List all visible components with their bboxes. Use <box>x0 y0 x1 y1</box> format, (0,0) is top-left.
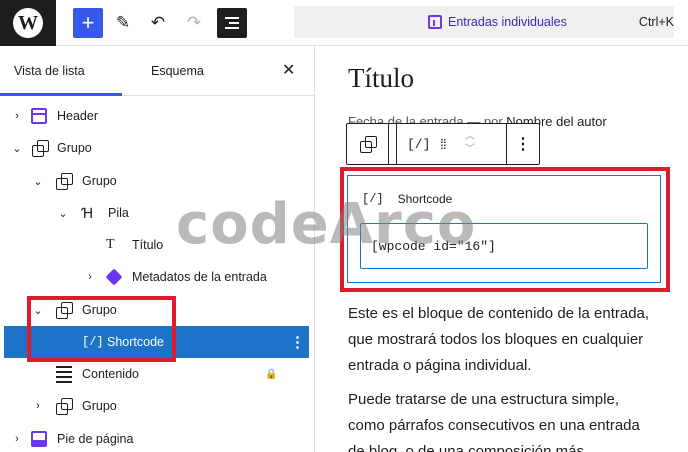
tab-outline[interactable]: Esquema <box>151 64 204 78</box>
group-icon <box>359 136 377 153</box>
post-title[interactable]: Título <box>348 63 414 94</box>
paragraph-block[interactable]: Este es el bloque de contenido de la ent… <box>348 301 658 379</box>
tab-list-view[interactable]: Vista de lista <box>14 64 85 78</box>
add-block-button[interactable]: + <box>73 8 103 38</box>
toolbar-gap <box>389 124 397 164</box>
header-icon <box>31 108 47 124</box>
list-item-stack[interactable]: ⌄ Ɦ Pila <box>4 197 309 229</box>
chevron-down-icon[interactable]: ⌄ <box>32 175 44 188</box>
content-icon <box>56 365 72 383</box>
editor-canvas: Título Fecha de la entrada — por Nombre … <box>316 46 688 452</box>
stack-icon: Ɦ <box>82 204 94 221</box>
block-toolbar: [/] ⁞⁞ ︿ ﹀ ⋮ <box>346 123 540 165</box>
document-bar[interactable]: Entradas individuales Ctrl+K <box>294 6 674 38</box>
list-view-sidebar: Vista de lista Esquema ✕ › Header ⌄ Grup… <box>0 46 315 452</box>
drag-handle-icon[interactable]: ⁞⁞ <box>440 136 447 152</box>
sidebar-tabs: Vista de lista Esquema ✕ <box>0 46 315 96</box>
block-options-button[interactable]: ⋮ <box>507 124 539 164</box>
group-icon <box>32 140 49 157</box>
title-icon: T <box>106 237 115 252</box>
list-item-title[interactable]: T Título <box>4 229 309 261</box>
list-item-label: Metadatos de la entrada <box>132 270 267 284</box>
list-item-group[interactable]: ⌄ Grupo <box>4 132 309 164</box>
list-item-label: Grupo <box>82 174 117 188</box>
move-arrows-icon[interactable]: ︿ ﹀ <box>465 130 475 156</box>
paragraph-block[interactable]: Puede tratarse de una estructura simple,… <box>348 387 658 452</box>
list-item-label: Pie de página <box>57 432 134 446</box>
list-item-header[interactable]: › Header <box>4 100 309 132</box>
chevron-right-icon[interactable]: › <box>84 271 96 283</box>
footer-icon <box>31 431 47 447</box>
list-item-footer[interactable]: › Pie de página <box>4 423 309 452</box>
chevron-right-icon[interactable]: › <box>32 400 44 412</box>
document-overview-button[interactable] <box>217 8 247 38</box>
list-item-post-meta[interactable]: › Metadatos de la entrada <box>4 261 309 293</box>
block-type-group: [/] ⁞⁞ ︿ ﹀ <box>397 124 507 164</box>
active-tab-indicator <box>0 93 122 96</box>
post-meta-icon <box>105 268 123 286</box>
shortcode-icon[interactable]: [/] <box>407 137 430 152</box>
lock-icon: 🔒 <box>265 368 278 380</box>
template-icon <box>428 15 442 29</box>
highlight-box-sidebar <box>27 296 176 362</box>
list-item-label: Pila <box>108 206 129 220</box>
more-options-icon[interactable]: ⋮ <box>290 333 305 351</box>
top-toolbar: W + ✎ ↶ ↷ Entradas individuales Ctrl+K <box>0 0 688 46</box>
list-item-label: Título <box>132 238 164 252</box>
wordpress-icon: W <box>13 8 43 38</box>
chevron-right-icon[interactable]: › <box>11 110 23 122</box>
document-title: Entradas individuales <box>448 15 567 29</box>
chevron-down-icon[interactable]: ⌄ <box>11 142 23 155</box>
chevron-down-icon[interactable]: ⌄ <box>57 207 69 220</box>
parent-group-button[interactable] <box>347 124 389 164</box>
list-item-content[interactable]: Contenido 🔒 <box>4 358 309 390</box>
list-item-label: Grupo <box>57 141 92 155</box>
list-item-label: Header <box>57 109 98 123</box>
wordpress-logo-button[interactable]: W <box>0 0 56 46</box>
redo-icon[interactable]: ↷ <box>179 8 209 38</box>
command-shortcut: Ctrl+K <box>638 15 674 29</box>
chevron-right-icon[interactable]: › <box>11 433 23 445</box>
pen-icon[interactable]: ✎ <box>108 8 138 38</box>
list-item-group[interactable]: › Grupo <box>4 390 309 422</box>
highlight-box-editor <box>340 167 670 292</box>
close-icon[interactable]: ✕ <box>282 60 295 80</box>
list-item-group[interactable]: ⌄ Grupo <box>4 165 309 197</box>
list-item-label: Grupo <box>82 399 117 413</box>
group-icon <box>56 173 73 190</box>
undo-icon[interactable]: ↶ <box>143 8 173 38</box>
group-icon <box>56 398 73 415</box>
more-options-icon: ⋮ <box>515 136 531 153</box>
list-item-label: Contenido <box>82 367 139 381</box>
